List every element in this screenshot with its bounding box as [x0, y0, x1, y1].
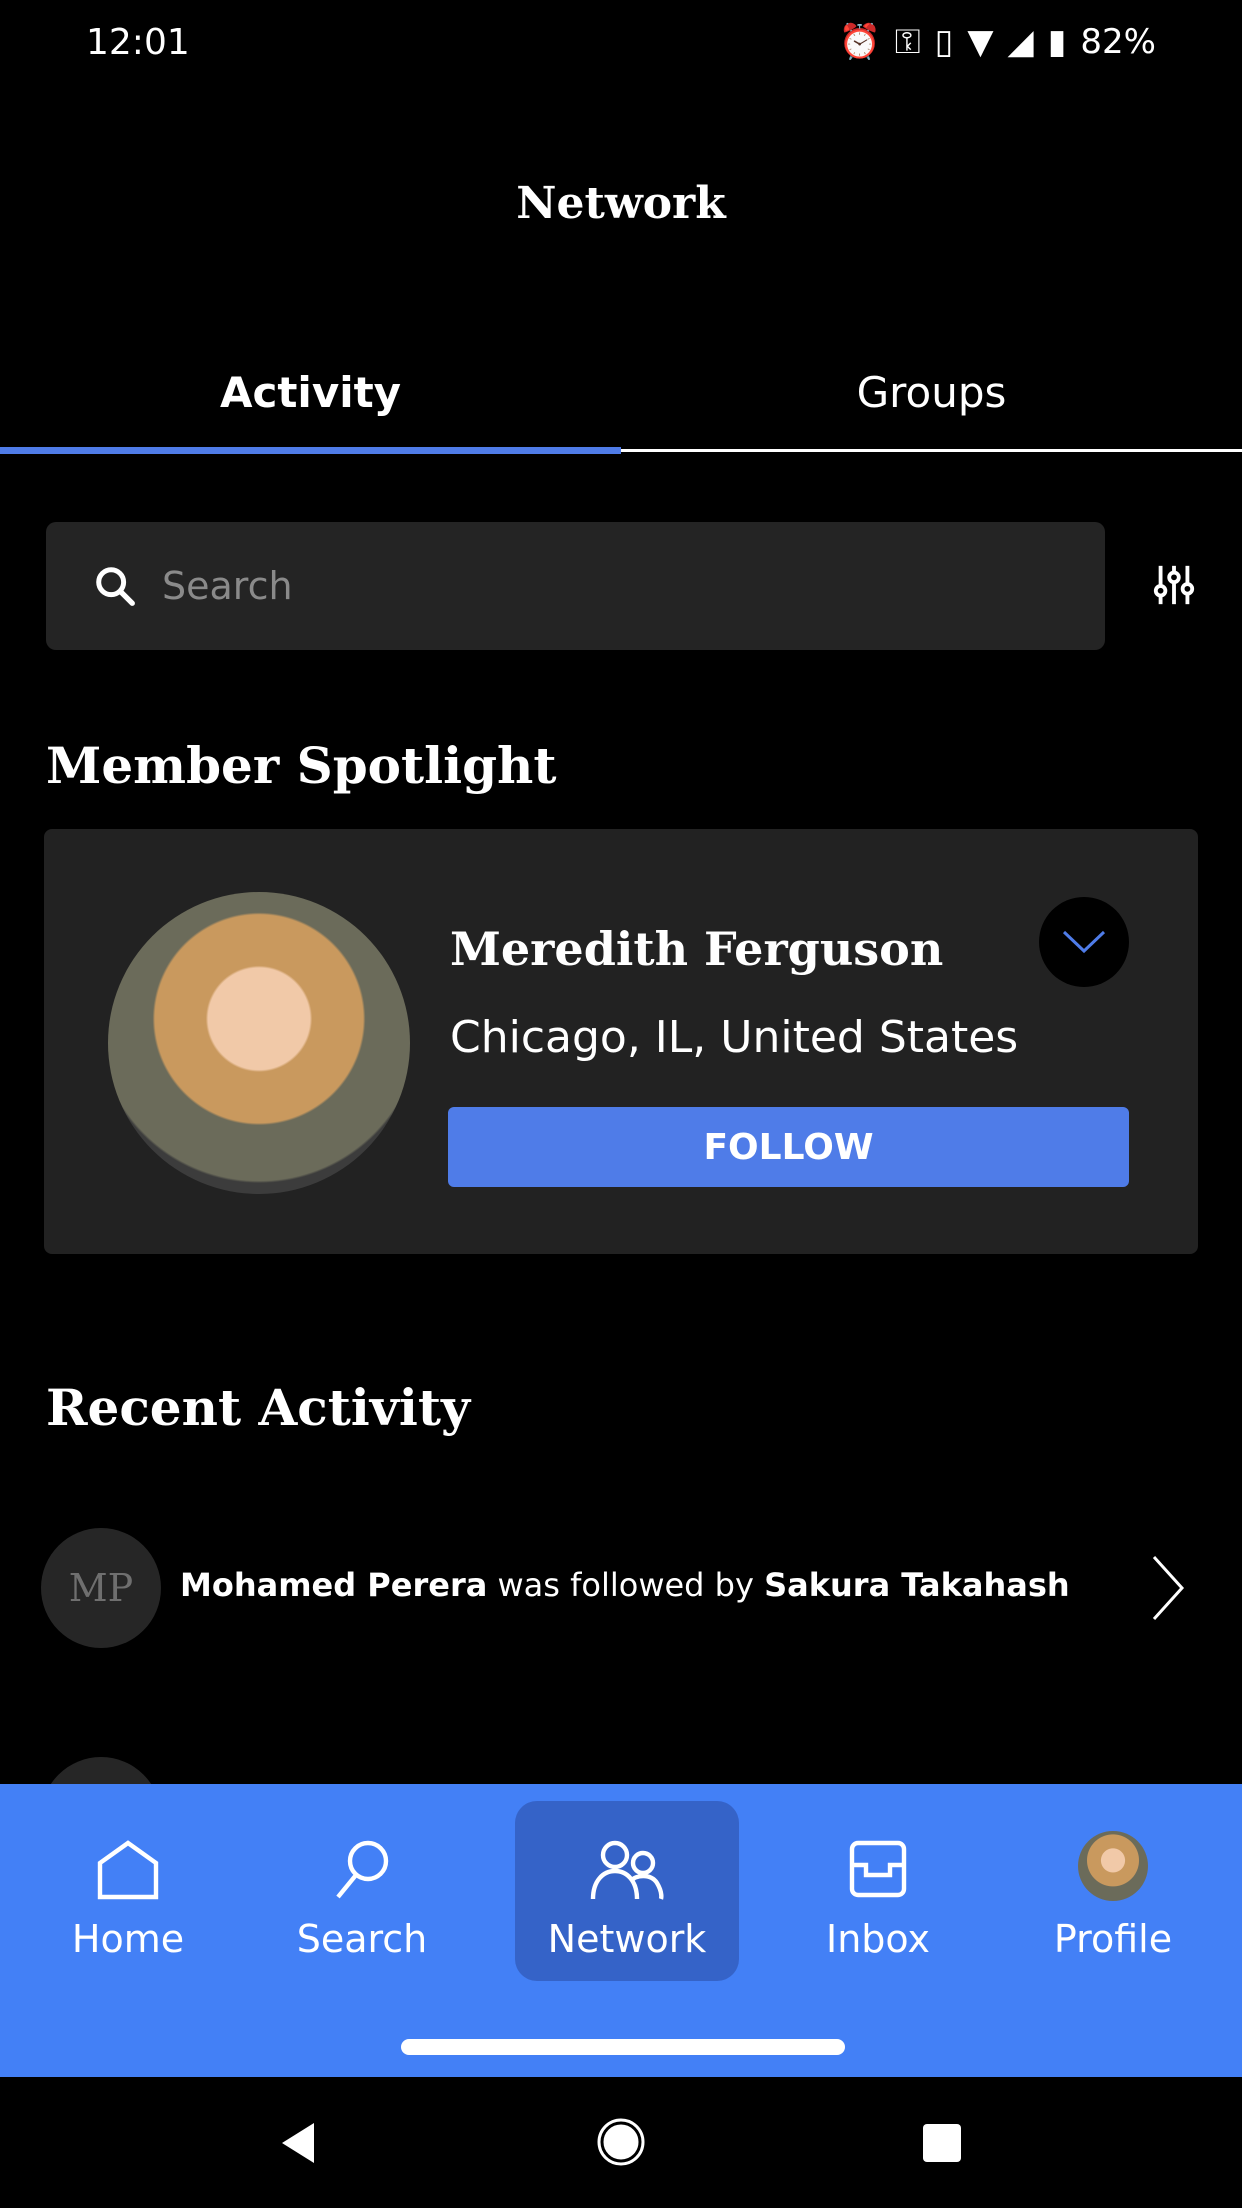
- nav-label: Profile: [1053, 1917, 1173, 1961]
- spotlight-name[interactable]: Meredith Ferguson: [450, 922, 943, 976]
- tab-groups[interactable]: Groups: [621, 368, 1242, 417]
- bottom-nav: Home Search Network Inbox Profile: [0, 1784, 1242, 2077]
- status-time: 12:01: [86, 22, 190, 63]
- search-icon: [96, 567, 135, 606]
- activity-row[interactable]: MP Mohamed Perera was followed by Sakura…: [0, 1528, 1242, 1648]
- tab-activity[interactable]: Activity: [0, 368, 621, 417]
- recent-activity-heading: Recent Activity: [46, 1378, 470, 1437]
- page-title: Network: [516, 178, 726, 229]
- avatar: [1078, 1831, 1148, 1901]
- activity-action: was followed by: [487, 1566, 765, 1604]
- nav-search[interactable]: Search: [250, 1801, 474, 1981]
- signal-icon: ◢: [1007, 22, 1034, 62]
- wifi-icon: ▼: [967, 22, 994, 62]
- home-indicator[interactable]: [401, 2039, 845, 2055]
- nav-label: Search: [296, 1917, 428, 1961]
- chevron-down-icon: [1062, 930, 1106, 954]
- search-input[interactable]: [162, 564, 962, 608]
- spotlight-avatar[interactable]: [108, 892, 410, 1194]
- filter-button[interactable]: [1152, 562, 1196, 612]
- chevron-right-icon[interactable]: [1150, 1554, 1186, 1622]
- recents-icon[interactable]: [922, 2123, 962, 2163]
- people-icon: [590, 1840, 664, 1900]
- search-icon: [336, 1840, 389, 1899]
- nav-profile[interactable]: Profile: [1001, 1801, 1225, 1981]
- avatar: MP: [41, 1528, 161, 1648]
- battery-level: 82%: [1080, 22, 1156, 62]
- back-icon[interactable]: [278, 2121, 318, 2165]
- status-bar: 12:01 ⏰ ⚿ ▯ ▼ ◢ ▮ 82%: [0, 0, 1242, 90]
- system-nav-bar: [0, 2077, 1242, 2208]
- home-icon: [97, 1840, 159, 1900]
- nav-home[interactable]: Home: [16, 1801, 240, 1981]
- battery-icon: ▮: [1047, 22, 1067, 62]
- search-bar[interactable]: [46, 522, 1105, 650]
- vibrate-icon: ▯: [934, 22, 954, 62]
- vpn-key-icon: ⚿: [894, 22, 921, 62]
- expand-button[interactable]: [1039, 897, 1129, 987]
- filter-sliders-icon: [1153, 565, 1195, 605]
- active-tab-indicator: [0, 447, 621, 454]
- nav-label: Network: [547, 1917, 707, 1961]
- activity-text: Mohamed Perera was followed by Sakura Ta…: [180, 1566, 1070, 1604]
- inbox-icon: [849, 1840, 907, 1898]
- nav-label: Inbox: [826, 1917, 930, 1961]
- home-circle-icon[interactable]: [596, 2117, 646, 2167]
- alarm-icon: ⏰: [838, 22, 881, 62]
- member-spotlight-heading: Member Spotlight: [46, 736, 557, 795]
- status-icons: ⏰ ⚿ ▯ ▼ ◢ ▮ 82%: [838, 22, 1156, 62]
- nav-network[interactable]: Network: [515, 1801, 739, 1981]
- activity-target: Sakura Takahash: [764, 1566, 1070, 1604]
- spotlight-location: Chicago, IL, United States: [450, 1012, 1019, 1063]
- follow-button[interactable]: FOLLOW: [448, 1107, 1129, 1187]
- nav-inbox[interactable]: Inbox: [766, 1801, 990, 1981]
- nav-label: Home: [71, 1917, 185, 1961]
- activity-actor: Mohamed Perera: [180, 1566, 488, 1604]
